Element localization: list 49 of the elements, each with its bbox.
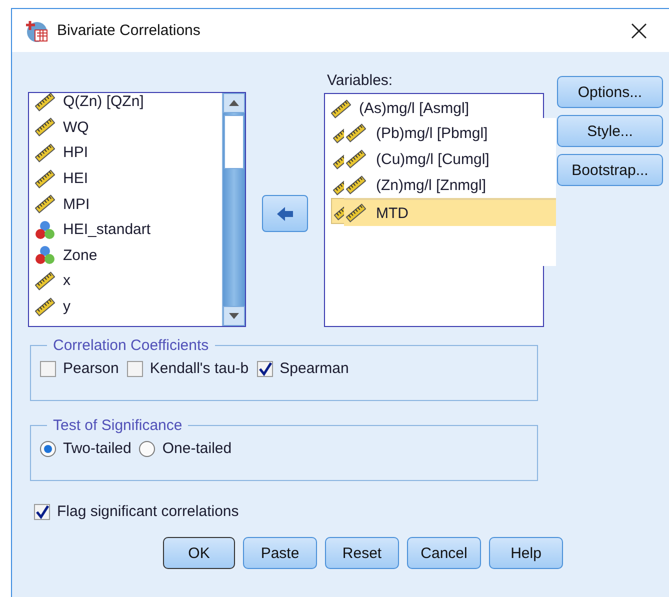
dialog-button[interactable]: Help [489,537,563,569]
close-icon[interactable] [631,22,647,38]
side-button[interactable]: Style... [557,115,663,147]
variable-item[interactable]: HPI [63,144,88,162]
variable-item[interactable]: (Pb)mg/l [Pbmgl] [376,124,488,142]
three-balls-icon [35,220,55,240]
checkbox[interactable] [34,504,50,520]
dialog-button[interactable]: OK [163,537,235,569]
radio-label[interactable]: One-tailed [162,440,232,457]
dialog-button[interactable]: Reset [325,537,399,569]
app-icon [25,20,49,42]
dialog-button[interactable]: Cancel [407,537,481,569]
variable-item[interactable]: WQ [63,118,89,136]
move-button[interactable] [262,195,308,232]
checkbox[interactable] [40,360,56,376]
window-title: Bivariate Correlations [57,22,202,39]
variable-item[interactable]: MTD [376,204,408,222]
variable-item[interactable]: HEI_standart [63,221,151,238]
three-balls-icon [35,245,55,266]
side-button[interactable]: Bootstrap... [557,154,663,186]
side-button[interactable]: Options... [557,76,663,108]
radio-button[interactable] [139,440,156,456]
radio-button[interactable] [40,440,56,456]
down-arrow-icon[interactable] [229,313,239,319]
left-arrow-icon [277,206,293,220]
checkbox[interactable] [256,360,273,376]
dialog-button[interactable]: Paste [243,537,317,569]
variable-item[interactable]: (As)mg/l [Asmgl] [359,100,470,118]
variable-item[interactable]: MPI [63,196,90,213]
up-arrow-icon[interactable] [229,100,239,106]
variable-item[interactable]: HEI [63,170,88,188]
checkbox-label[interactable]: Spearman [280,360,349,377]
variables-label: Variables: [327,72,394,89]
scroll-thumb[interactable] [224,115,244,169]
checkbox[interactable] [126,360,143,376]
variable-item[interactable]: (Cu)mg/l [Cumgl] [376,150,490,168]
source-variable-list[interactable]: Q(Zn) [QZn] WQ HPI HEI MPI HEI_standart Zone x y [28,92,246,327]
checkbox-label[interactable]: Pearson [63,360,119,377]
variable-item[interactable]: Q(Zn) [QZn] [63,93,144,110]
scrollbar[interactable] [222,93,245,326]
variable-item[interactable]: x [63,272,70,290]
variable-item[interactable]: (Zn)mg/l [Znmgl] [376,176,486,194]
group-title: Correlation Coefficients [52,337,210,354]
group-title: Test of Significance [52,417,184,434]
variable-item[interactable]: Zone [63,246,98,264]
radio-label[interactable]: Two-tailed [63,440,132,457]
checkbox-label[interactable]: Flag significant correlations [57,503,239,520]
variable-item[interactable]: y [63,298,70,316]
checkbox-label[interactable]: Kendall's tau-b [150,360,249,377]
